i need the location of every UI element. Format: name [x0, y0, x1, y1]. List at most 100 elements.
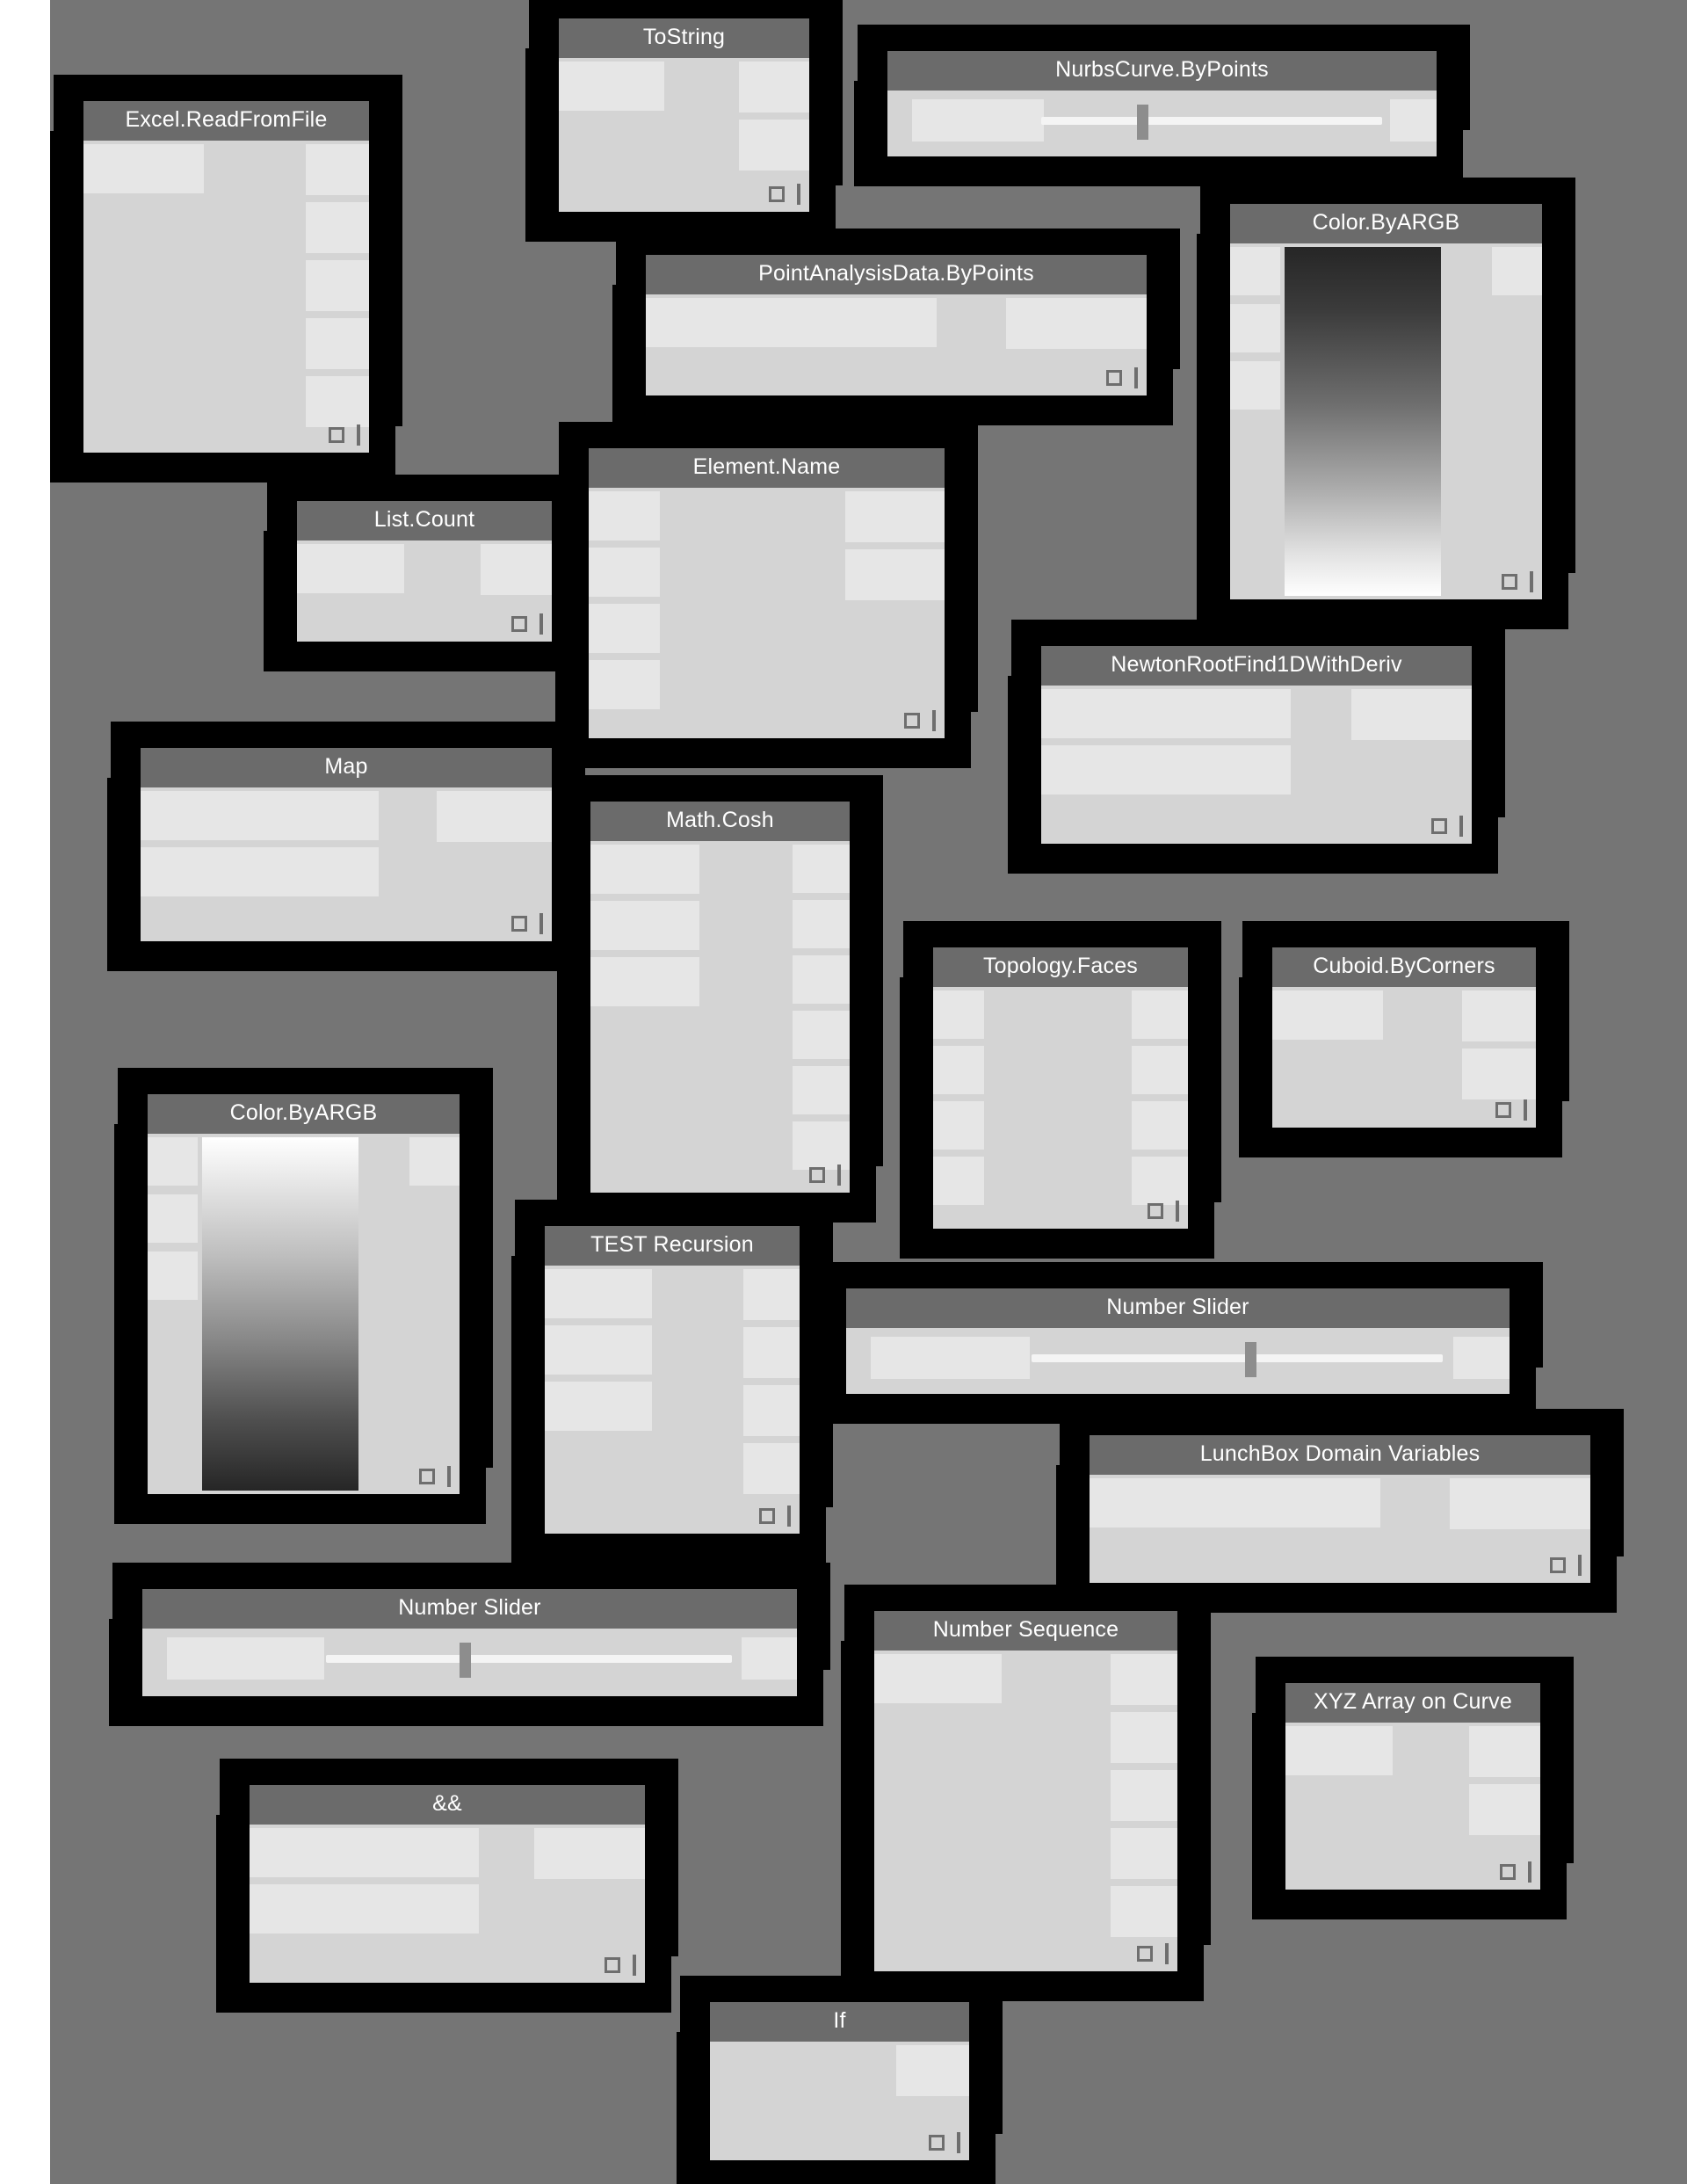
- node-title[interactable]: Math.Cosh: [590, 802, 850, 841]
- output-port[interactable]: [1111, 1654, 1177, 1705]
- node-math-cosh[interactable]: Math.Cosh: [590, 802, 850, 1193]
- vertical-bar-icon[interactable]: [797, 184, 800, 205]
- slider-track[interactable]: [1041, 117, 1382, 125]
- input-port[interactable]: [148, 1252, 198, 1300]
- node-body[interactable]: [545, 1266, 800, 1534]
- input-port[interactable]: [250, 1884, 479, 1934]
- node-excel-readfromfile[interactable]: Excel.ReadFromFile: [83, 101, 369, 453]
- input-port[interactable]: [545, 1269, 652, 1318]
- node-lunchbox-domain-variables[interactable]: LunchBox Domain Variables: [1090, 1435, 1590, 1583]
- input-port[interactable]: [871, 1337, 1030, 1379]
- input-port[interactable]: [167, 1637, 324, 1680]
- node-body[interactable]: [1230, 243, 1542, 599]
- square-icon[interactable]: [1550, 1557, 1566, 1573]
- node-title[interactable]: ToString: [559, 18, 809, 58]
- square-icon[interactable]: [904, 713, 920, 729]
- vertical-bar-icon[interactable]: [539, 913, 543, 934]
- square-icon[interactable]: [605, 1957, 620, 1973]
- node-title[interactable]: Element.Name: [589, 448, 945, 488]
- node-title[interactable]: NewtonRootFind1DWithDeriv: [1041, 646, 1472, 686]
- vertical-bar-icon[interactable]: [1134, 367, 1138, 388]
- node-number-sequence[interactable]: Number Sequence: [874, 1611, 1177, 1971]
- node-xyz-array-on-curve[interactable]: XYZ Array on Curve: [1285, 1683, 1540, 1890]
- vertical-bar-icon[interactable]: [1578, 1555, 1582, 1576]
- input-port[interactable]: [590, 845, 699, 894]
- node-number-slider-left[interactable]: Number Slider: [142, 1589, 797, 1696]
- node-color-byargb-left[interactable]: Color.ByARGB: [148, 1094, 460, 1494]
- vertical-bar-icon[interactable]: [447, 1466, 451, 1487]
- node-tostring[interactable]: ToString: [559, 18, 809, 212]
- node-number-slider-right[interactable]: Number Slider: [846, 1288, 1510, 1394]
- input-port[interactable]: [933, 1101, 984, 1150]
- input-port[interactable]: [912, 99, 1044, 141]
- node-graph-canvas[interactable]: Excel.ReadFromFile ToString NurbsCurve.ByP…: [50, 0, 1687, 2184]
- node-body[interactable]: [887, 91, 1437, 156]
- input-port[interactable]: [589, 491, 660, 541]
- node-body[interactable]: [590, 841, 850, 1193]
- node-body[interactable]: [646, 294, 1147, 395]
- node-body[interactable]: [148, 1134, 460, 1494]
- input-port[interactable]: [141, 847, 379, 896]
- node-element-name[interactable]: Element.Name: [589, 448, 945, 738]
- square-icon[interactable]: [511, 916, 527, 932]
- node-list-count[interactable]: List.Count: [297, 501, 552, 642]
- node-body[interactable]: [710, 2042, 969, 2160]
- output-port[interactable]: [1450, 1478, 1590, 1529]
- node-body[interactable]: [1285, 1723, 1540, 1890]
- vertical-bar-icon[interactable]: [957, 2132, 960, 2153]
- slider-track[interactable]: [1032, 1354, 1443, 1362]
- output-port[interactable]: [896, 2045, 969, 2096]
- node-body[interactable]: [250, 1825, 645, 1983]
- node-if[interactable]: If: [710, 2002, 969, 2160]
- square-icon[interactable]: [1500, 1864, 1516, 1880]
- vertical-bar-icon[interactable]: [1459, 816, 1463, 837]
- square-icon[interactable]: [511, 616, 527, 632]
- output-port[interactable]: [743, 1327, 800, 1378]
- output-port[interactable]: [534, 1828, 645, 1879]
- node-body[interactable]: [559, 58, 809, 212]
- node-title[interactable]: NurbsCurve.ByPoints: [887, 51, 1437, 91]
- node-title[interactable]: Number Slider: [846, 1288, 1510, 1328]
- output-port[interactable]: [1390, 99, 1437, 141]
- input-port[interactable]: [545, 1325, 652, 1375]
- square-icon[interactable]: [419, 1469, 435, 1484]
- output-port[interactable]: [1006, 298, 1147, 349]
- vertical-bar-icon[interactable]: [357, 424, 360, 446]
- input-port[interactable]: [933, 990, 984, 1039]
- square-icon[interactable]: [1148, 1203, 1163, 1219]
- square-icon[interactable]: [769, 186, 785, 202]
- output-port[interactable]: [1462, 990, 1536, 1041]
- square-icon[interactable]: [1137, 1946, 1153, 1962]
- output-port[interactable]: [742, 1637, 797, 1680]
- output-port[interactable]: [409, 1137, 460, 1186]
- vertical-bar-icon[interactable]: [837, 1165, 841, 1186]
- square-icon[interactable]: [1495, 1102, 1511, 1118]
- square-icon[interactable]: [1502, 574, 1517, 590]
- input-port[interactable]: [148, 1194, 198, 1243]
- output-port[interactable]: [306, 144, 369, 195]
- output-port[interactable]: [793, 955, 850, 1004]
- vertical-bar-icon[interactable]: [539, 613, 543, 635]
- node-title[interactable]: Color.ByARGB: [1230, 204, 1542, 243]
- input-port[interactable]: [83, 144, 204, 193]
- output-port[interactable]: [1132, 990, 1188, 1039]
- node-body[interactable]: [141, 787, 552, 941]
- output-port[interactable]: [1469, 1784, 1540, 1835]
- output-port[interactable]: [845, 549, 945, 600]
- node-and-and[interactable]: &&: [250, 1785, 645, 1983]
- square-icon[interactable]: [759, 1508, 775, 1524]
- output-port[interactable]: [306, 260, 369, 311]
- vertical-bar-icon[interactable]: [1524, 1099, 1527, 1121]
- output-port[interactable]: [306, 202, 369, 253]
- node-title[interactable]: Topology.Faces: [933, 947, 1188, 987]
- node-body[interactable]: [846, 1328, 1510, 1394]
- input-port[interactable]: [933, 1157, 984, 1205]
- output-port[interactable]: [845, 491, 945, 542]
- output-port[interactable]: [743, 1385, 800, 1436]
- output-port[interactable]: [793, 900, 850, 948]
- input-port[interactable]: [545, 1382, 652, 1431]
- output-port[interactable]: [437, 791, 552, 842]
- node-body[interactable]: [589, 488, 945, 738]
- node-body[interactable]: [142, 1629, 797, 1696]
- output-port[interactable]: [1351, 689, 1472, 740]
